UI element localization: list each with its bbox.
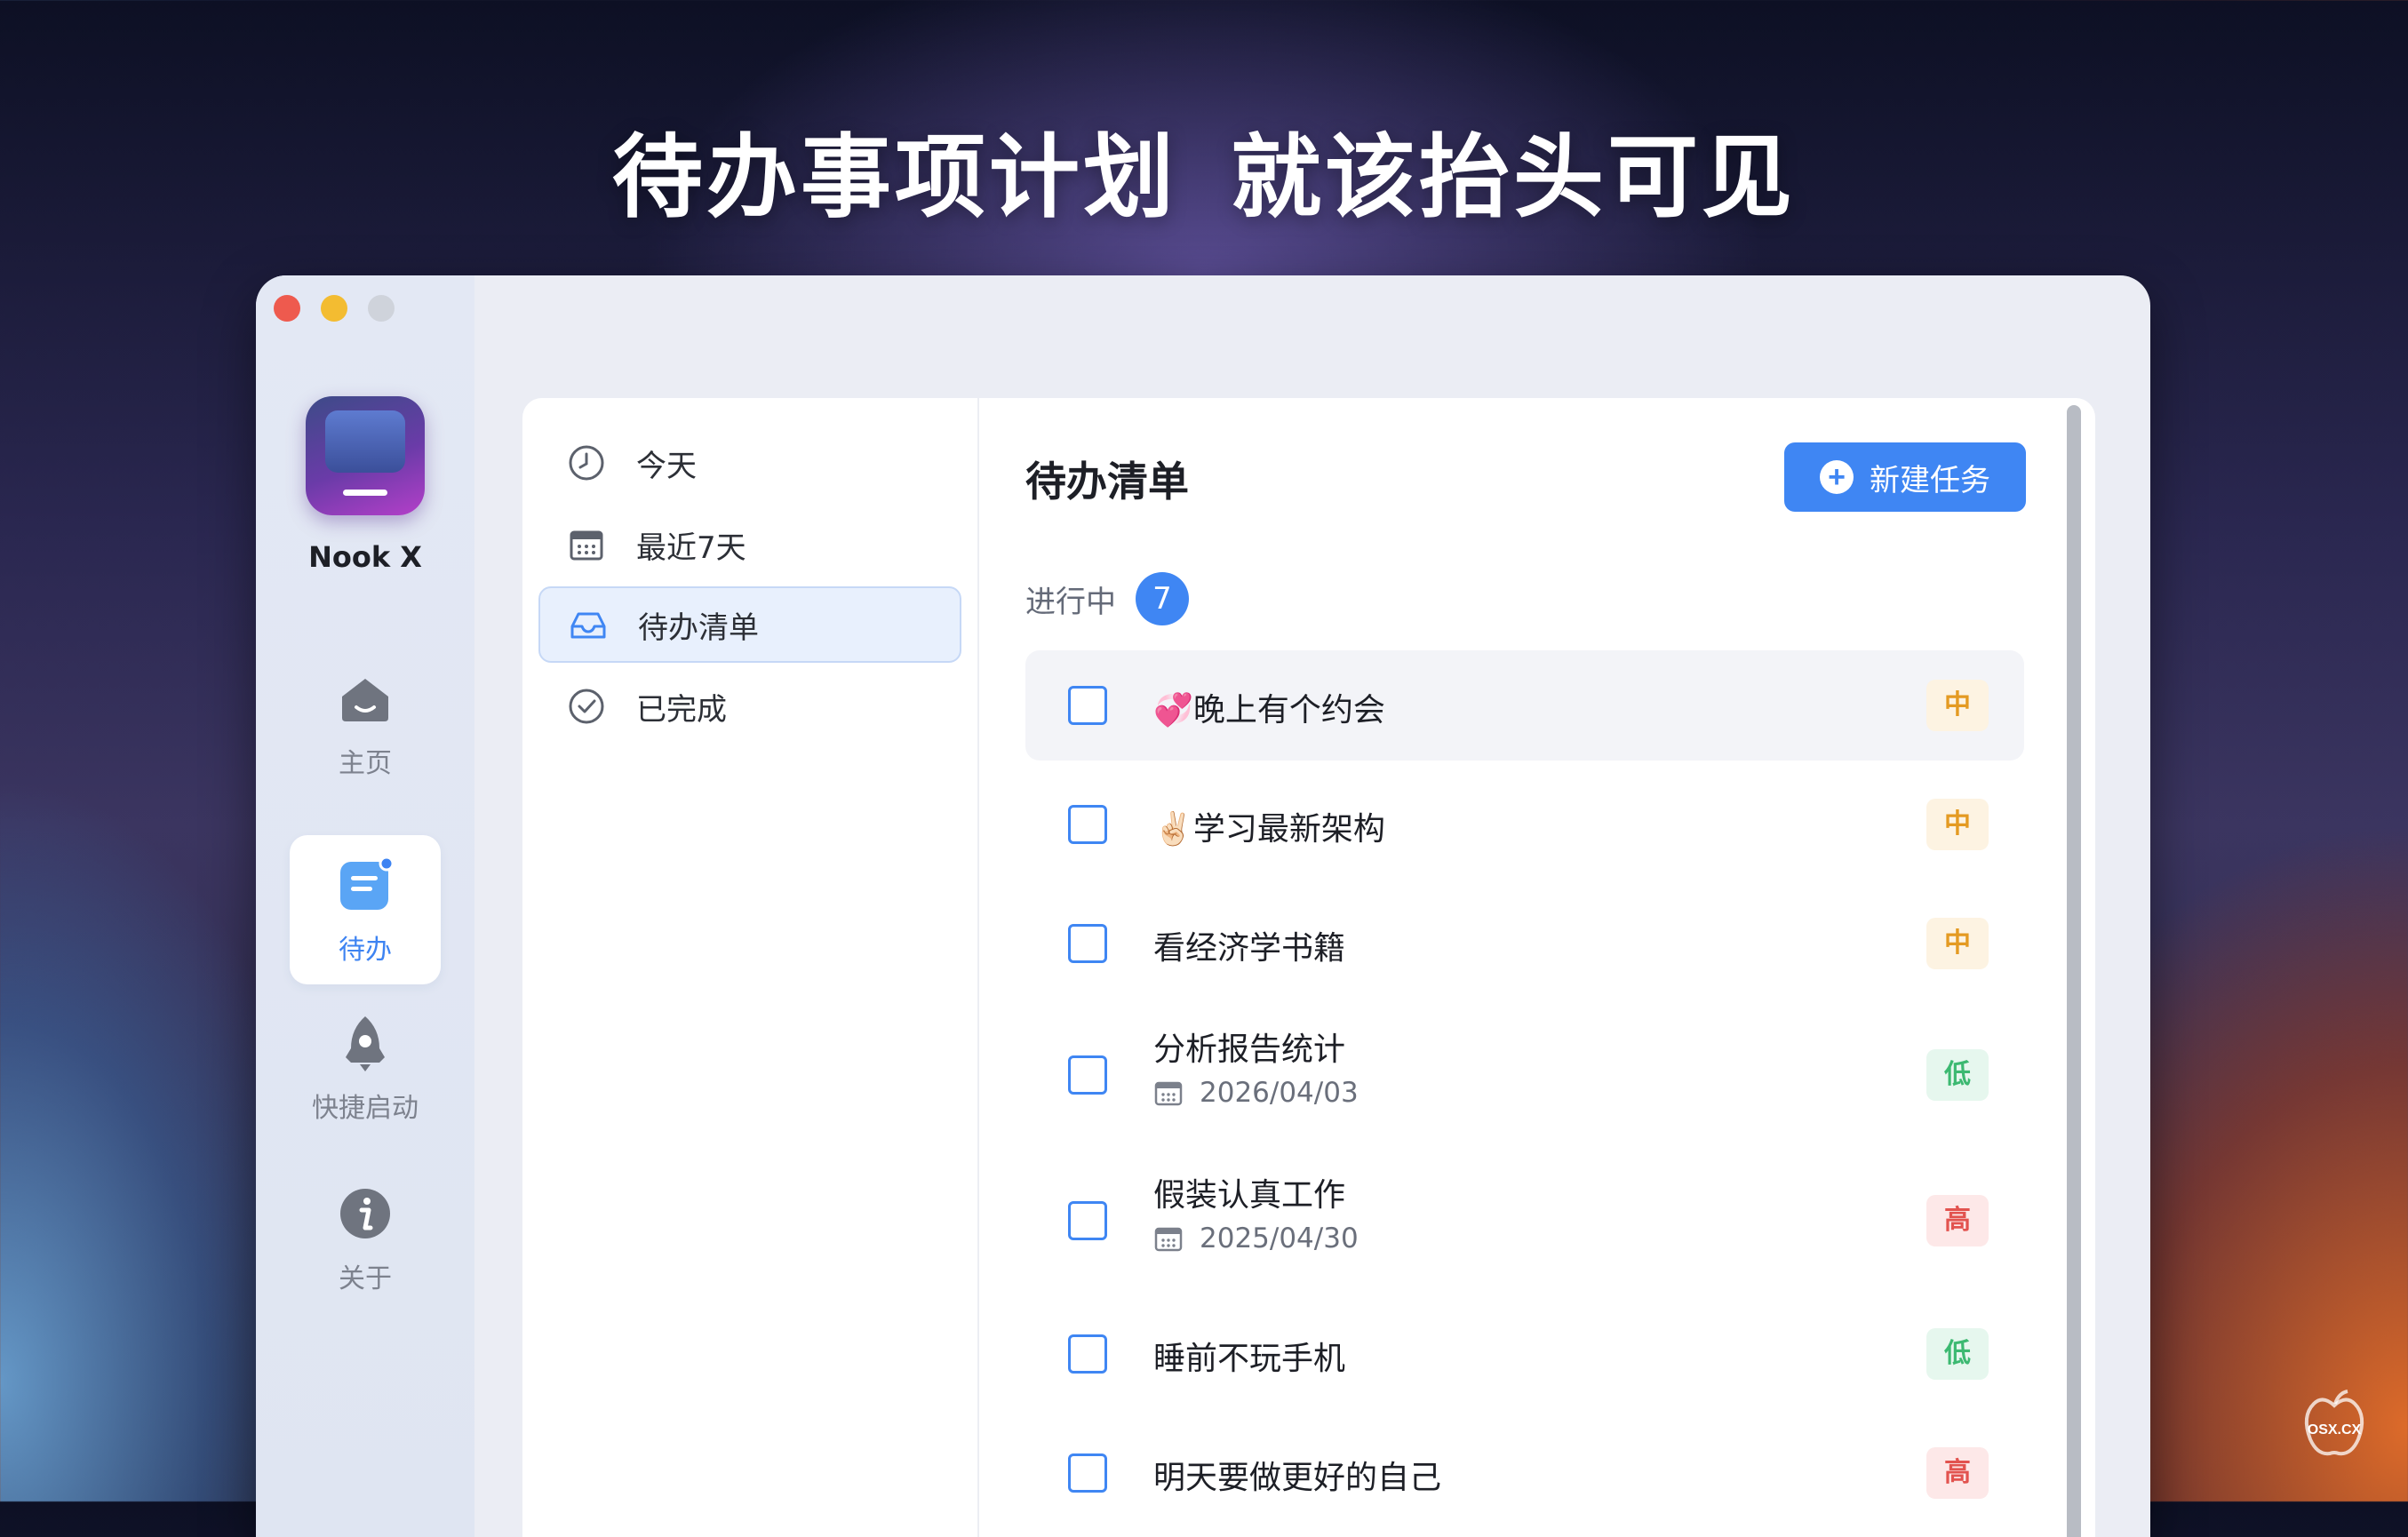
nav-item-label: 主页: [339, 748, 392, 779]
task-row[interactable]: 💞晚上有个约会 中: [1025, 650, 2024, 761]
task-due-date: 2026/04/03: [1153, 1077, 1359, 1109]
main-panel: 今天 最近7天 待办清单 已完成 待办清单 + 新建任务 进行中 7 💞晚上有个…: [522, 398, 2095, 1537]
task-row[interactable]: 明天要做更好的自己 高: [1025, 1418, 2024, 1528]
priority-badge: 高: [1926, 1447, 1989, 1499]
priority-badge: 低: [1926, 1049, 1989, 1101]
nav-item-label: 快捷启动: [312, 1093, 419, 1124]
task-row[interactable]: 睡前不玩手机 低: [1025, 1299, 2024, 1409]
nav-item-todo[interactable]: 待办: [290, 835, 441, 984]
todo-icon: [340, 856, 395, 910]
task-checkbox[interactable]: [1068, 1334, 1107, 1374]
watermark-text: OSX.CX: [2308, 1422, 2362, 1437]
page-title: 待办清单: [1025, 458, 1189, 506]
plus-icon: +: [1820, 460, 1854, 494]
nav-item-label: 关于: [339, 1263, 392, 1294]
task-checkbox[interactable]: [1068, 1201, 1107, 1240]
task-date-text: 2025/04/30: [1200, 1222, 1359, 1254]
new-task-label: 新建任务: [1870, 463, 1990, 498]
nav-item-quick-launch[interactable]: 快捷启动: [290, 993, 441, 1143]
filter-list: 今天 最近7天 待办清单 已完成: [522, 398, 979, 1537]
priority-badge: 中: [1926, 680, 1989, 731]
priority-badge: 高: [1926, 1195, 1989, 1246]
task-row[interactable]: 假装认真工作 2025/04/30 高: [1025, 1153, 2024, 1288]
priority-badge: 中: [1926, 918, 1989, 969]
task-due-date: 2025/04/30: [1153, 1222, 1359, 1254]
filter-last-7-days[interactable]: 最近7天: [538, 506, 961, 583]
task-checkbox[interactable]: [1068, 1453, 1107, 1493]
info-icon: [340, 1189, 390, 1238]
todo-content: 待办清单 + 新建任务 进行中 7 💞晚上有个约会 中 ✌🏻学习最新架构 中 看…: [979, 398, 2095, 1537]
nav-item-label: 待办: [339, 935, 392, 966]
clock-icon: [569, 445, 604, 481]
task-name: 分析报告统计: [1153, 1031, 1346, 1068]
task-name: 💞晚上有个约会: [1153, 692, 1385, 729]
task-checkbox[interactable]: [1068, 1055, 1107, 1095]
filter-label: 今天: [636, 448, 697, 484]
section-label: 进行中: [1025, 584, 1116, 620]
filter-label: 已完成: [636, 691, 727, 728]
priority-badge: 低: [1926, 1328, 1989, 1380]
calendar-icon: [570, 530, 603, 561]
watermark-logo: OSX.CX: [2294, 1386, 2374, 1466]
nav-item-home[interactable]: 主页: [290, 649, 441, 798]
headline-part-2: 就该抬头可见: [1231, 125, 1796, 231]
filter-label: 最近7天: [636, 530, 746, 566]
task-name: 明天要做更好的自己: [1153, 1460, 1442, 1496]
sidebar: Nook X 主页 待办 快捷启动 关于: [256, 275, 474, 1537]
headline-part-1: 待办事项计划: [612, 125, 1177, 231]
filter-label: 待办清单: [638, 609, 759, 646]
nav-item-about[interactable]: 关于: [290, 1164, 441, 1313]
app-window: Nook X 主页 待办 快捷启动 关于 今天 最近7天 待办清单 已完成 待办…: [256, 275, 2150, 1537]
app-logo-icon: [306, 396, 425, 515]
priority-badge: 中: [1926, 799, 1989, 850]
app-name: Nook X: [308, 540, 422, 574]
task-name: 睡前不玩手机: [1153, 1341, 1346, 1377]
scrollbar[interactable]: [2067, 405, 2081, 1537]
apple-watermark-icon: OSX.CX: [2304, 1390, 2364, 1456]
section-count-badge: 7: [1136, 572, 1189, 625]
rocket-icon: [346, 1016, 385, 1071]
task-name: ✌🏻学习最新架构: [1153, 811, 1385, 848]
task-checkbox[interactable]: [1068, 924, 1107, 963]
task-date-text: 2026/04/03: [1200, 1077, 1359, 1109]
calendar-icon: [1154, 1081, 1183, 1106]
new-task-button[interactable]: + 新建任务: [1784, 442, 2026, 512]
task-row[interactable]: ✌🏻学习最新架构 中: [1025, 769, 2024, 880]
task-name: 看经济学书籍: [1153, 930, 1346, 967]
window-controls: [274, 295, 395, 322]
inbox-icon: [570, 612, 606, 639]
task-row[interactable]: 看经济学书籍 中: [1025, 888, 2024, 999]
check-circle-icon: [569, 689, 604, 724]
minimize-window-button[interactable]: [321, 295, 347, 322]
home-icon: [342, 679, 388, 721]
filter-completed[interactable]: 已完成: [538, 668, 961, 745]
section-in-progress: 进行中 7: [1025, 572, 1189, 625]
calendar-icon: [1154, 1227, 1183, 1252]
close-window-button[interactable]: [274, 295, 300, 322]
task-checkbox[interactable]: [1068, 805, 1107, 844]
filter-todo-list[interactable]: 待办清单: [538, 586, 961, 663]
zoom-window-button[interactable]: [368, 295, 395, 322]
headline: 待办事项计划 就该抬头可见: [0, 105, 2408, 235]
filter-today[interactable]: 今天: [538, 425, 961, 501]
task-row[interactable]: 分析报告统计 2026/04/03 低: [1025, 1007, 2024, 1143]
task-name: 假装认真工作: [1153, 1177, 1346, 1214]
task-checkbox[interactable]: [1068, 686, 1107, 725]
